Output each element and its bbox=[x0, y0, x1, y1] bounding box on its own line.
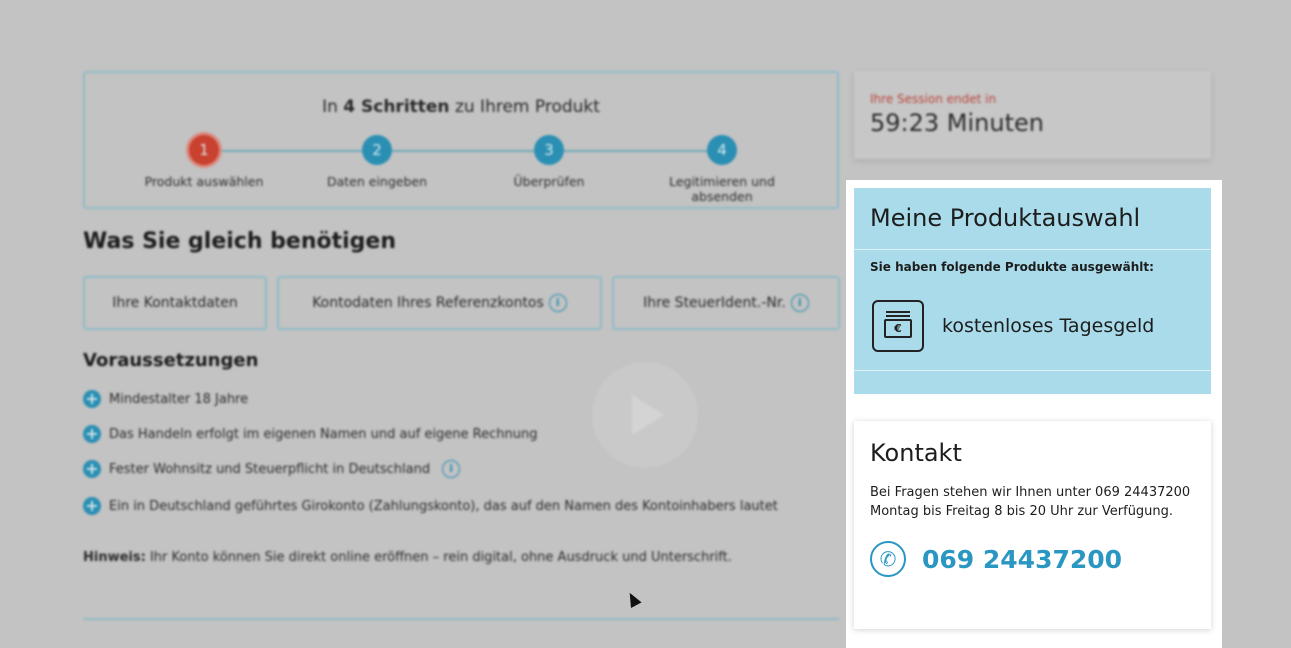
requirement-text: Fester Wohnsitz und Steuerpflicht in Deu… bbox=[109, 461, 431, 477]
step-number: 2 bbox=[362, 135, 392, 165]
phone-link[interactable]: ✆ 069 24437200 bbox=[870, 541, 1122, 577]
section-divider bbox=[83, 618, 839, 620]
need-label: Ihre SteuerIdent.-Nr. bbox=[643, 295, 786, 311]
requirement-text: Mindestalter 18 Jahre bbox=[109, 391, 249, 407]
step-label: Legitimieren und absenden bbox=[669, 174, 775, 204]
need-label: Ihre Kontaktdaten bbox=[112, 295, 238, 311]
product-selection-subtitle: Sie haben folgende Produkte ausgewählt: bbox=[870, 260, 1154, 274]
selected-product: € kostenloses Tagesgeld bbox=[872, 300, 1154, 352]
plus-circle-icon[interactable]: + bbox=[83, 460, 101, 478]
video-play-button[interactable] bbox=[592, 362, 698, 468]
section-title-requirements: Voraussetzungen bbox=[83, 350, 259, 371]
stepper-title: In 4 Schritten zu Ihrem Produkt bbox=[322, 97, 600, 117]
hint-label: Hinweis: bbox=[83, 550, 146, 565]
product-selection-card: Meine Produktauswahl Sie haben folgende … bbox=[854, 188, 1211, 394]
product-name: kostenloses Tagesgeld bbox=[942, 315, 1155, 337]
bill-stack-lines bbox=[886, 311, 910, 317]
phone-number[interactable]: 069 24437200 bbox=[922, 545, 1122, 574]
step-4: 4 Legitimieren und absenden bbox=[637, 135, 807, 204]
money-bills-icon: € bbox=[872, 300, 924, 352]
need-label: Kontodaten Ihres Referenzkontos bbox=[312, 295, 544, 311]
info-icon[interactable]: i bbox=[790, 294, 809, 312]
step-label: Produkt auswählen bbox=[144, 174, 264, 189]
hint-text: Ihr Konto können Sie direkt online eröff… bbox=[145, 550, 732, 565]
requirement-item: + Fester Wohnsitz und Steuerpflicht in D… bbox=[83, 460, 461, 478]
requirement-item: + Ein in Deutschland geführtes Girokonto… bbox=[83, 497, 778, 515]
step-2: 2 Daten eingeben bbox=[292, 135, 462, 189]
session-timer: Ihre Session endet in 59:23 Minuten bbox=[854, 71, 1211, 159]
need-tax-id: Ihre SteuerIdent.-Nr. i bbox=[612, 276, 840, 330]
contact-title: Kontakt bbox=[870, 439, 962, 467]
contact-text: Bei Fragen stehen wir Ihnen unter 069 24… bbox=[870, 485, 1191, 519]
card-divider bbox=[854, 370, 1211, 371]
step-1: 1 Produkt auswählen bbox=[119, 135, 289, 189]
play-icon bbox=[632, 395, 664, 435]
step-number: 4 bbox=[707, 135, 737, 165]
hint-note: Hinweis: Ihr Konto können Sie direkt onl… bbox=[83, 550, 732, 565]
progress-stepper: In 4 Schritten zu Ihrem Produkt 1 Produk… bbox=[83, 71, 839, 209]
requirement-item: + Mindestalter 18 Jahre bbox=[83, 390, 248, 408]
product-selection-title: Meine Produktauswahl bbox=[870, 204, 1141, 232]
need-contact-data: Ihre Kontaktdaten bbox=[83, 276, 267, 330]
info-icon[interactable]: i bbox=[442, 460, 461, 478]
need-reference-account: Kontodaten Ihres Referenzkontos i bbox=[277, 276, 602, 330]
contact-card: Kontakt Bei Fragen stehen wir Ihnen unte… bbox=[854, 421, 1211, 629]
plus-circle-icon[interactable]: + bbox=[83, 425, 101, 443]
session-time: 59:23 Minuten bbox=[870, 109, 1044, 137]
requirement-text: Das Handeln erfolgt im eigenen Namen und… bbox=[109, 426, 538, 442]
step-label: Daten eingeben bbox=[326, 174, 428, 189]
card-divider bbox=[854, 249, 1211, 250]
phone-icon: ✆ bbox=[870, 541, 906, 577]
section-title-needs: Was Sie gleich benötigen bbox=[83, 229, 396, 254]
step-3: 3 Überprüfen bbox=[464, 135, 634, 189]
step-number: 3 bbox=[534, 135, 564, 165]
plus-circle-icon[interactable]: + bbox=[83, 390, 101, 408]
euro-note: € bbox=[884, 319, 912, 338]
requirement-text: Ein in Deutschland geführtes Girokonto (… bbox=[109, 498, 778, 514]
session-label: Ihre Session endet in bbox=[870, 92, 997, 106]
step-number: 1 bbox=[189, 135, 219, 165]
requirement-item: + Das Handeln erfolgt im eigenen Namen u… bbox=[83, 425, 537, 443]
info-icon[interactable]: i bbox=[548, 294, 567, 312]
step-label: Überprüfen bbox=[513, 174, 585, 189]
plus-circle-icon[interactable]: + bbox=[83, 497, 101, 515]
